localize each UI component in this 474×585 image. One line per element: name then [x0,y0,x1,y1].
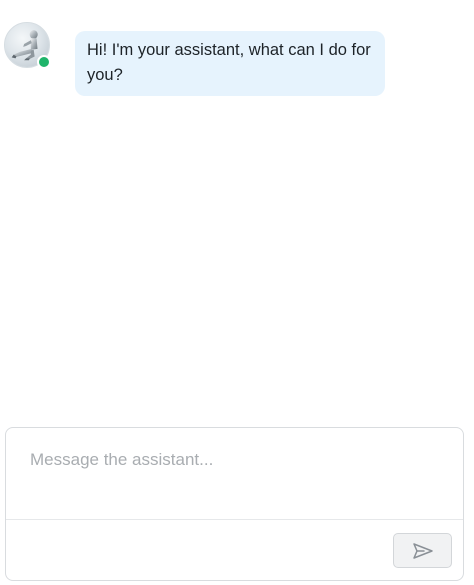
send-paper-plane-icon [412,542,433,559]
composer-divider [6,519,463,520]
assistant-message-bubble: Hi! I'm your assistant, what can I do fo… [75,31,385,96]
send-button[interactable] [393,533,452,568]
chat-window: Hi! I'm your assistant, what can I do fo… [0,0,474,585]
online-status-dot [37,55,51,69]
message-input[interactable] [6,428,463,519]
assistant-message-row: Hi! I'm your assistant, what can I do fo… [4,22,385,96]
assistant-avatar [4,22,51,69]
message-composer [5,427,464,581]
